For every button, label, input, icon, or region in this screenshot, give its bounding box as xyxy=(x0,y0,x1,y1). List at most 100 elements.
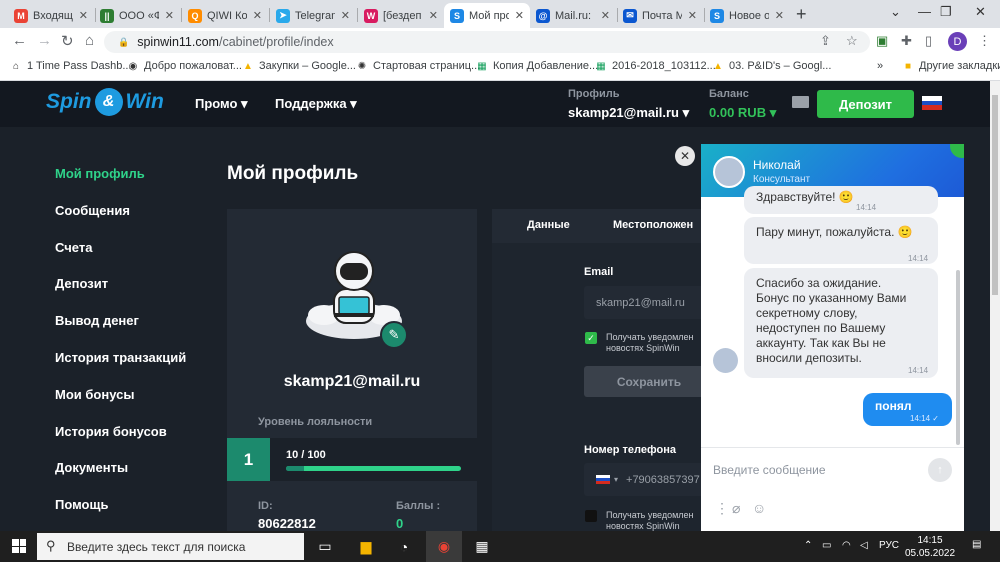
xbox-icon[interactable]: ◔ xyxy=(393,536,415,557)
save-button[interactable]: Сохранить xyxy=(584,366,714,397)
forward-icon[interactable]: → xyxy=(37,32,52,49)
reload-icon[interactable]: ↻ xyxy=(61,32,74,50)
site-icon: ✺ xyxy=(357,60,367,72)
nav-promo[interactable]: Промо ▾ xyxy=(195,96,248,112)
chevron-down-icon[interactable]: ⌄ xyxy=(890,4,901,20)
russia-flag-icon[interactable] xyxy=(922,96,942,111)
profile-dropdown[interactable]: skamp21@mail.ru ▾ xyxy=(568,105,689,121)
close-tab-icon[interactable]: ✕ xyxy=(775,9,784,22)
sidebar-item[interactable]: История бонусов xyxy=(55,424,167,439)
sidebar-item[interactable]: Вывод денег xyxy=(55,313,139,328)
browser-tab[interactable]: S Мой про ✕ xyxy=(444,3,530,28)
phone-field[interactable]: ▾ +79063857397 xyxy=(584,463,714,496)
new-tab-button[interactable]: + xyxy=(796,4,807,25)
close-window-button[interactable]: ✕ xyxy=(975,4,986,20)
tray-chevron-icon[interactable]: ⌃ xyxy=(804,540,812,551)
bookmark-item[interactable]: ▦ 2016-2018_103112... xyxy=(595,60,716,72)
close-tab-icon[interactable]: ✕ xyxy=(165,9,174,22)
tab-data[interactable]: Данные xyxy=(527,219,570,231)
browser-tab[interactable]: Q QIWI Ко ✕ xyxy=(182,3,268,28)
browser-tab[interactable]: W [бездеп ✕ xyxy=(358,3,444,28)
notify-line-1: Получать уведомлен xyxy=(606,510,694,520)
volume-icon[interactable]: ◁ xyxy=(860,540,868,551)
close-tab-icon[interactable]: ✕ xyxy=(429,9,438,22)
bookmark-item[interactable]: ◉ Добро пожаловат... xyxy=(127,60,242,72)
sidebar-item[interactable]: Мой профиль xyxy=(55,166,145,181)
sidebar-item[interactable]: Депозит xyxy=(55,276,108,291)
browser-tab[interactable]: ➤ Telegram ✕ xyxy=(270,3,356,28)
windows-start-icon[interactable] xyxy=(12,539,26,553)
profile-avatar[interactable]: D xyxy=(948,32,967,51)
balance-dropdown[interactable]: 0.00 RUB ▾ xyxy=(709,105,776,121)
attach-icon[interactable]: ⌀ xyxy=(732,500,740,517)
spinwin-logo[interactable]: Spin & Win xyxy=(46,88,164,116)
phone-notify-checkbox[interactable] xyxy=(585,510,597,522)
bookmark-item[interactable]: ⌂ 1 Time Pass Dashb... xyxy=(10,60,132,72)
bookmark-item[interactable]: ▲ 03. P&ID's – Googl... xyxy=(712,60,831,72)
deposit-button[interactable]: Депозит xyxy=(817,90,914,118)
browser-tab[interactable]: @ Mail.ru: ✕ xyxy=(530,3,616,28)
calculator-icon[interactable]: ▦ xyxy=(471,536,493,557)
browser-tab[interactable]: S Новое о ✕ xyxy=(704,3,790,28)
home-icon[interactable]: ⌂ xyxy=(85,32,94,49)
browser-tab[interactable]: ✉ Почта М ✕ xyxy=(617,3,703,28)
close-tab-icon[interactable]: ✕ xyxy=(601,9,610,22)
email-notify-checkbox[interactable]: ✓ xyxy=(585,332,597,344)
bookmark-label: 03. P&ID's – Googl... xyxy=(729,60,832,72)
sidepanel-icon[interactable]: ▯ xyxy=(925,33,932,49)
chat-scrollbar[interactable] xyxy=(956,270,960,445)
file-explorer-icon[interactable]: ▆ xyxy=(355,536,377,557)
sidebar-item[interactable]: Помощь xyxy=(55,497,108,512)
tab-location[interactable]: Местоположен xyxy=(613,219,693,231)
phone-label: Номер телефона xyxy=(584,444,676,456)
sidebar-item[interactable]: Сообщения xyxy=(55,203,130,218)
send-button[interactable]: ↑ xyxy=(928,458,952,482)
close-tab-icon[interactable]: ✕ xyxy=(341,9,350,22)
close-tab-icon[interactable]: ✕ xyxy=(688,9,697,22)
menu-icon[interactable]: ⋮ xyxy=(978,33,991,49)
star-icon[interactable]: ☆ xyxy=(846,33,858,49)
restore-button[interactable]: ❐ xyxy=(940,4,952,20)
logo-right: Win xyxy=(125,90,164,113)
chrome-icon[interactable]: ◉ xyxy=(433,536,455,557)
emoji-icon[interactable]: ☺ xyxy=(752,500,766,516)
mail-envelope-icon: ✉ xyxy=(623,8,637,23)
wifi-icon[interactable]: ◠ xyxy=(842,540,851,551)
back-icon[interactable]: ← xyxy=(12,32,27,49)
system-clock[interactable]: 14:15 05.05.2022 xyxy=(904,534,956,560)
battery-icon[interactable]: ▭ xyxy=(822,540,831,551)
browser-tab[interactable]: M Входящ ✕ xyxy=(8,3,94,28)
close-chat-button[interactable]: ✕ xyxy=(675,146,695,166)
email-field[interactable]: skamp21@mail.ru xyxy=(584,286,714,319)
bookmark-item[interactable]: ▲ Закупки – Google... xyxy=(242,60,356,72)
sidebar-item[interactable]: Мои бонусы xyxy=(55,387,134,402)
bookmark-item[interactable]: ▦ Копия Добавление... xyxy=(476,60,598,72)
language-indicator[interactable]: РУС xyxy=(879,540,899,551)
minimize-button[interactable]: — xyxy=(918,4,931,19)
close-tab-icon[interactable]: ✕ xyxy=(79,9,88,22)
nav-support[interactable]: Поддержка ▾ xyxy=(275,96,357,112)
url-input[interactable]: 🔒 spinwin11.com/cabinet/profile/index xyxy=(104,31,870,53)
task-view-icon[interactable]: ▭ xyxy=(314,536,336,557)
page-scrollbar[interactable] xyxy=(990,81,1000,531)
taskbar-search-input[interactable]: ⚲ Введите здесь текст для поиска xyxy=(37,533,304,560)
browser-tab[interactable]: || ООО «Ф ✕ xyxy=(94,3,180,28)
puzzle-icon[interactable]: ✚ xyxy=(901,33,912,49)
site-w-icon: W xyxy=(364,8,378,23)
share-icon[interactable]: ⇪ xyxy=(820,33,831,49)
mail-icon[interactable] xyxy=(792,96,809,108)
page-scrollbar-thumb[interactable] xyxy=(992,95,998,295)
chat-message-input[interactable]: Введите сообщение xyxy=(713,463,826,477)
more-options-icon[interactable]: ⋮ xyxy=(715,500,729,517)
sidebar-item[interactable]: Счета xyxy=(55,240,92,255)
close-tab-icon[interactable]: ✕ xyxy=(515,9,524,22)
edit-avatar-button[interactable]: ✎ xyxy=(380,321,408,349)
close-tab-icon[interactable]: ✕ xyxy=(253,9,262,22)
bookmarks-more-button[interactable]: » xyxy=(877,60,883,72)
sidebar-item[interactable]: Документы xyxy=(55,460,128,475)
sidebar-item[interactable]: История транзакций xyxy=(55,350,186,365)
bookmark-item[interactable]: ✺ Стартовая страниц... xyxy=(356,60,480,72)
other-bookmarks-folder[interactable]: ■ Другие закладки xyxy=(902,60,1000,72)
extension-green-icon[interactable]: ▣ xyxy=(876,33,888,49)
notifications-icon[interactable]: ▤ xyxy=(972,539,981,550)
